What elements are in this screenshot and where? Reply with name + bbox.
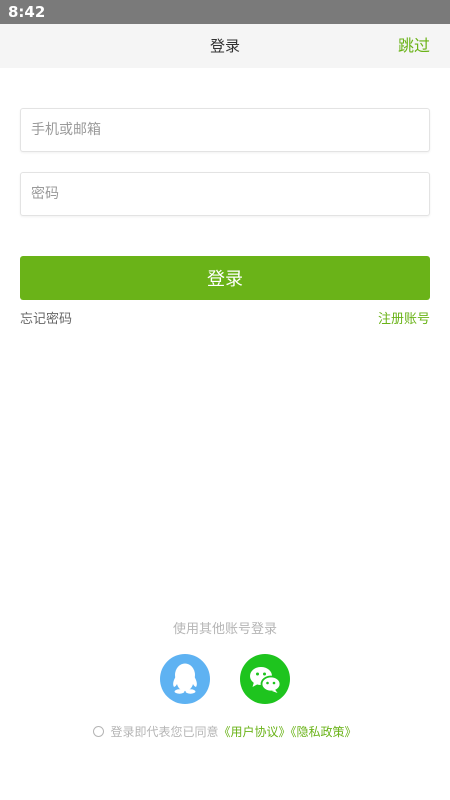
other-login-label: 使用其他账号登录 (172, 622, 277, 637)
agreement-text: 登录即代表您已同意 (110, 725, 219, 739)
account-input[interactable] (21, 109, 429, 151)
page-title: 登录 (209, 37, 240, 55)
login-button[interactable]: 登录 (20, 256, 430, 300)
header: 登录 跳过 (0, 24, 450, 68)
password-input[interactable] (21, 173, 429, 215)
wechat-icon (250, 667, 282, 693)
skip-button[interactable]: 跳过 (398, 24, 430, 68)
status-time: 8:42 (8, 3, 46, 21)
password-field-container (20, 172, 430, 216)
qq-icon (173, 663, 197, 694)
account-field-container (20, 108, 430, 152)
register-link[interactable]: 注册账号 (378, 310, 430, 330)
agree-radio[interactable] (93, 726, 105, 737)
status-bar: 8:42 (0, 0, 450, 24)
user-agreement-link[interactable]: 《用户协议》 (218, 725, 290, 739)
agreement-row: 登录即代表您已同意《用户协议》《隐私政策》 (0, 722, 450, 742)
forgot-password-link[interactable]: 忘记密码 (20, 310, 72, 330)
wechat-login-button[interactable] (240, 654, 290, 704)
qq-login-button[interactable] (160, 654, 210, 704)
privacy-policy-link[interactable]: 《隐私政策》 (291, 725, 357, 739)
